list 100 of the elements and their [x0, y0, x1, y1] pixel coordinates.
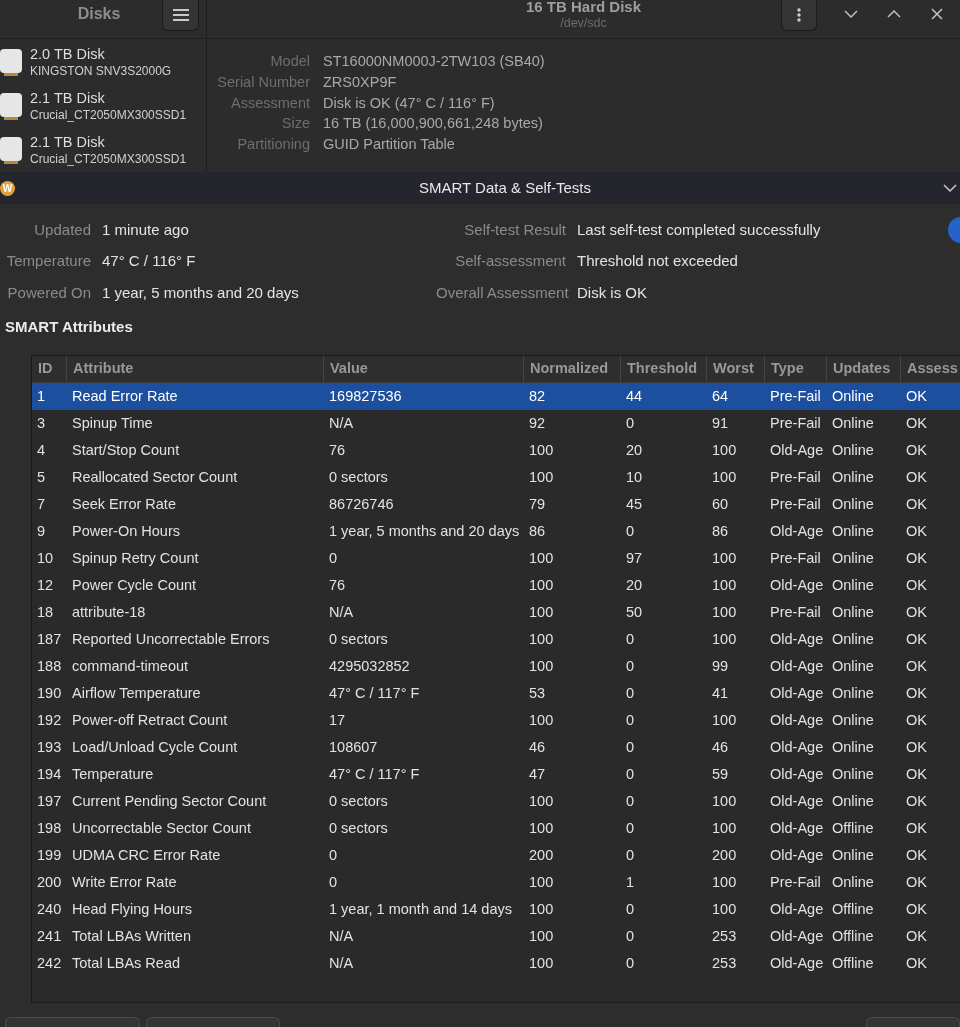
table-cell-text: 17	[328, 710, 347, 730]
table-cell-text: 64	[711, 386, 730, 406]
table-cell-text: 194	[36, 764, 63, 784]
table-cell-text: 50	[625, 602, 644, 622]
section-title: SMART Attributes	[5, 317, 134, 336]
menu-button[interactable]	[162, 0, 199, 31]
table-row[interactable]: 4 Start/Stop Count 76 100 20 100 Old-Age Online OK	[32, 437, 960, 464]
table-cell-text: Read Error Rate	[71, 386, 179, 406]
column-header[interactable]: ID	[32, 356, 67, 382]
table-cell-text: 100	[528, 629, 555, 649]
table-cell-text: 198	[36, 818, 63, 838]
table-row[interactable]: 192 Power-off Retract Count 17 100 0 100 Old-Age Online OK	[32, 707, 960, 734]
column-header[interactable]: Assess	[901, 356, 960, 382]
table-row[interactable]: 7 Seek Error Rate 86726746 79 45 60 Pre-Fail Online OK	[32, 491, 960, 518]
table-row[interactable]: 188 command-timeout 4295032852 100 0 99 Old-Age Online OK	[32, 653, 960, 680]
table-cell-text: 192	[36, 710, 63, 730]
table-cell-text: 12	[36, 575, 55, 595]
table-cell-text: Pre-Fail	[769, 467, 822, 487]
table-cell-text: 0 sectors	[328, 818, 389, 838]
table-cell-text: OK	[905, 413, 928, 433]
column-header[interactable]: Normalized	[524, 356, 621, 382]
table-row[interactable]: 3 Spinup Time N/A 92 0 91 Pre-Fail Online OK	[32, 410, 960, 437]
table-cell-text: 0	[625, 818, 636, 838]
table-cell-text: 253	[711, 926, 738, 946]
table-row[interactable]: 190 Airflow Temperature 47° C / 117° F 53 0 41 Old-Age Online OK	[32, 680, 960, 707]
field-value: GUID Partition Table	[323, 135, 456, 155]
table-cell-text: Offline	[831, 899, 875, 919]
table-cell-text: 97	[625, 548, 644, 568]
table-cell-text: Online	[831, 737, 875, 757]
table-cell-text: OK	[905, 386, 928, 406]
table-row[interactable]: 9 Power-On Hours 1 year, 5 months and 20 days 86 0 86 Old-Age Online OK	[32, 518, 960, 545]
more-options-button[interactable]	[781, 0, 817, 31]
table-cell-text: 0	[625, 521, 636, 541]
table-row[interactable]: 199 UDMA CRC Error Rate 0 200 0 200 Old-Age Online OK	[32, 842, 960, 869]
table-cell-text: 100	[528, 467, 555, 487]
table-cell-text: Online	[831, 575, 875, 595]
table-row[interactable]: 240 Head Flying Hours 1 year, 1 month and 14 days 100 0 100 Old-Age Offline OK	[32, 896, 960, 923]
column-header[interactable]: Type	[765, 356, 827, 382]
table-cell-text: N/A	[328, 926, 355, 946]
disk-drive-icon	[0, 92, 22, 120]
table-cell-text: OK	[905, 575, 928, 595]
table-row[interactable]: 12 Power Cycle Count 76 100 20 100 Old-Age Online OK	[32, 572, 960, 599]
disk-list-item[interactable]: 2.1 TB Disk Crucial_CT2050MX300SSD1	[0, 128, 206, 172]
table-cell-text: 44	[625, 386, 644, 406]
disk-drive-icon	[0, 48, 22, 76]
table-cell-text: OK	[905, 440, 928, 460]
table-row[interactable]: 194 Temperature 47° C / 117° F 47 0 59 Old-Age Online OK	[32, 761, 960, 788]
field-label: Self-test Result	[463, 219, 566, 240]
table-row[interactable]: 198 Uncorrectable Sector Count 0 sectors 100 0 100 Old-Age Offline OK	[32, 815, 960, 842]
table-cell-text: OK	[905, 656, 928, 676]
table-cell-text: 60	[711, 494, 730, 514]
table-row[interactable]: 241 Total LBAs Written N/A 100 0 253 Old-Age Offline OK	[32, 923, 960, 950]
column-header[interactable]: Updates	[827, 356, 901, 382]
table-cell-text: Old-Age	[769, 737, 825, 757]
table-cell-text: OK	[905, 953, 928, 973]
table-row[interactable]: 197 Current Pending Sector Count 0 sectors 100 0 100 Old-Age Online OK	[32, 788, 960, 815]
table-cell-text: Online	[831, 872, 875, 892]
table-row[interactable]: 5 Reallocated Sector Count 0 sectors 100 10 100 Pre-Fail Online OK	[32, 464, 960, 491]
table-cell-text: 7	[36, 494, 47, 514]
window-subtitle: /dev/sdc	[559, 15, 608, 32]
table-cell-text: 92	[528, 413, 547, 433]
table-cell-text: N/A	[328, 953, 355, 973]
table-cell-text: Online	[831, 683, 875, 703]
table-cell-text: 0	[625, 656, 636, 676]
table-cell-text: 100	[528, 872, 555, 892]
column-header[interactable]: Threshold	[621, 356, 707, 382]
table-cell-text: Uncorrectable Sector Count	[71, 818, 252, 838]
field-label: Updated	[33, 219, 91, 240]
column-header[interactable]: Worst	[707, 356, 765, 382]
table-cell-text: 79	[528, 494, 547, 514]
table-row[interactable]: 10 Spinup Retry Count 0 100 97 100 Pre-Fail Online OK	[32, 545, 960, 572]
table-row[interactable]: 18 attribute-18 N/A 100 50 100 Pre-Fail Online OK	[32, 599, 960, 626]
column-header[interactable]: Value	[324, 356, 524, 382]
table-row[interactable]: 200 Write Error Rate 0 100 1 100 Pre-Fail Online OK	[32, 869, 960, 896]
table-row[interactable]: 242 Total LBAs Read N/A 100 0 253 Old-Age Offline OK	[32, 950, 960, 977]
table-cell-text: 200	[36, 872, 63, 892]
table-cell-text: Old-Age	[769, 710, 825, 730]
table-cell-text: Spinup Retry Count	[71, 548, 200, 568]
disk-drive-icon	[0, 136, 22, 164]
table-cell-text: Online	[831, 791, 875, 811]
table-cell-text: OK	[905, 710, 928, 730]
table-cell-text: Pre-Fail	[769, 413, 822, 433]
table-row[interactable]: 193 Load/Unload Cycle Count 108607 46 0 46 Old-Age Online OK	[32, 734, 960, 761]
field-value: 16 TB (16,000,900,661,248 bytes)	[323, 114, 544, 134]
table-cell-text: 0	[328, 872, 339, 892]
table-cell-text: 242	[36, 953, 63, 973]
table-row[interactable]: 187 Reported Uncorrectable Errors 0 sectors 100 0 100 Old-Age Online OK	[32, 626, 960, 653]
table-cell-text: 76	[328, 440, 347, 460]
disk-list-item[interactable]: 2.0 TB Disk KINGSTON SNV3S2000G	[0, 40, 206, 84]
app-logo-icon: W	[0, 180, 15, 196]
table-cell-text: 0	[625, 737, 636, 757]
table-cell-text: Load/Unload Cycle Count	[71, 737, 239, 757]
table-row[interactable]: 1 Read Error Rate 169827536 82 44 64 Pre-Fail Online OK	[32, 383, 960, 410]
table-cell-text: OK	[905, 521, 928, 541]
disk-list-item[interactable]: 2.1 TB Disk Crucial_CT2050MX300SSD1	[0, 84, 206, 128]
column-header[interactable]: Attribute	[67, 356, 324, 382]
table-cell-text: Old-Age	[769, 818, 825, 838]
table-cell-text: OK	[905, 602, 928, 622]
table-cell-text: Online	[831, 440, 875, 460]
table-cell-text: Old-Age	[769, 764, 825, 784]
